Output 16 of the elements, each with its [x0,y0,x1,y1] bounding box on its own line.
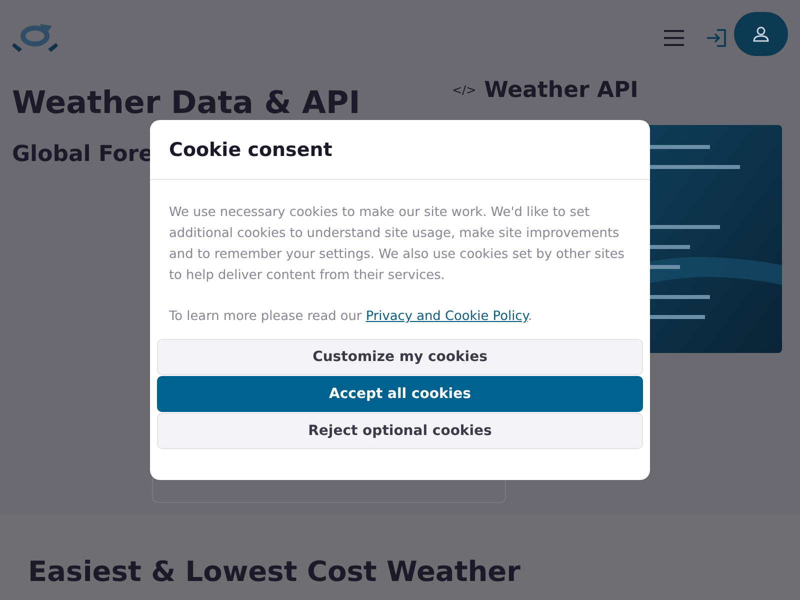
section-heading: Easiest & Lowest Cost Weather [28,554,522,590]
dialog-text: We use necessary cookies to make our site work. We'd like to set additional cookies to understand site usage, make site improvements and to remember your settings. We also use cookies set by other sites to help deliver content from their services. [169,204,626,285]
section-title: Weather API [484,78,638,102]
hero-title: Weather Data & API [12,86,360,120]
dialog-title: Cookie consent [150,120,650,180]
policy-link[interactable]: Privacy and Cookie Policy [366,309,528,324]
accept-button[interactable]: Accept all cookies [157,376,643,412]
option-button[interactable]: Customize my cookies [157,339,643,375]
code-icon: </> [452,83,476,97]
policy-text: To learn more please read our Privacy and Cookie Policy. [169,308,534,326]
user-icon[interactable] [753,26,769,42]
menu-icon[interactable] [664,30,684,46]
option-button[interactable]: Reject optional cookies [157,413,643,449]
logo-icon[interactable] [12,23,58,53]
login-icon[interactable] [706,29,726,47]
account-button[interactable] [734,12,788,56]
